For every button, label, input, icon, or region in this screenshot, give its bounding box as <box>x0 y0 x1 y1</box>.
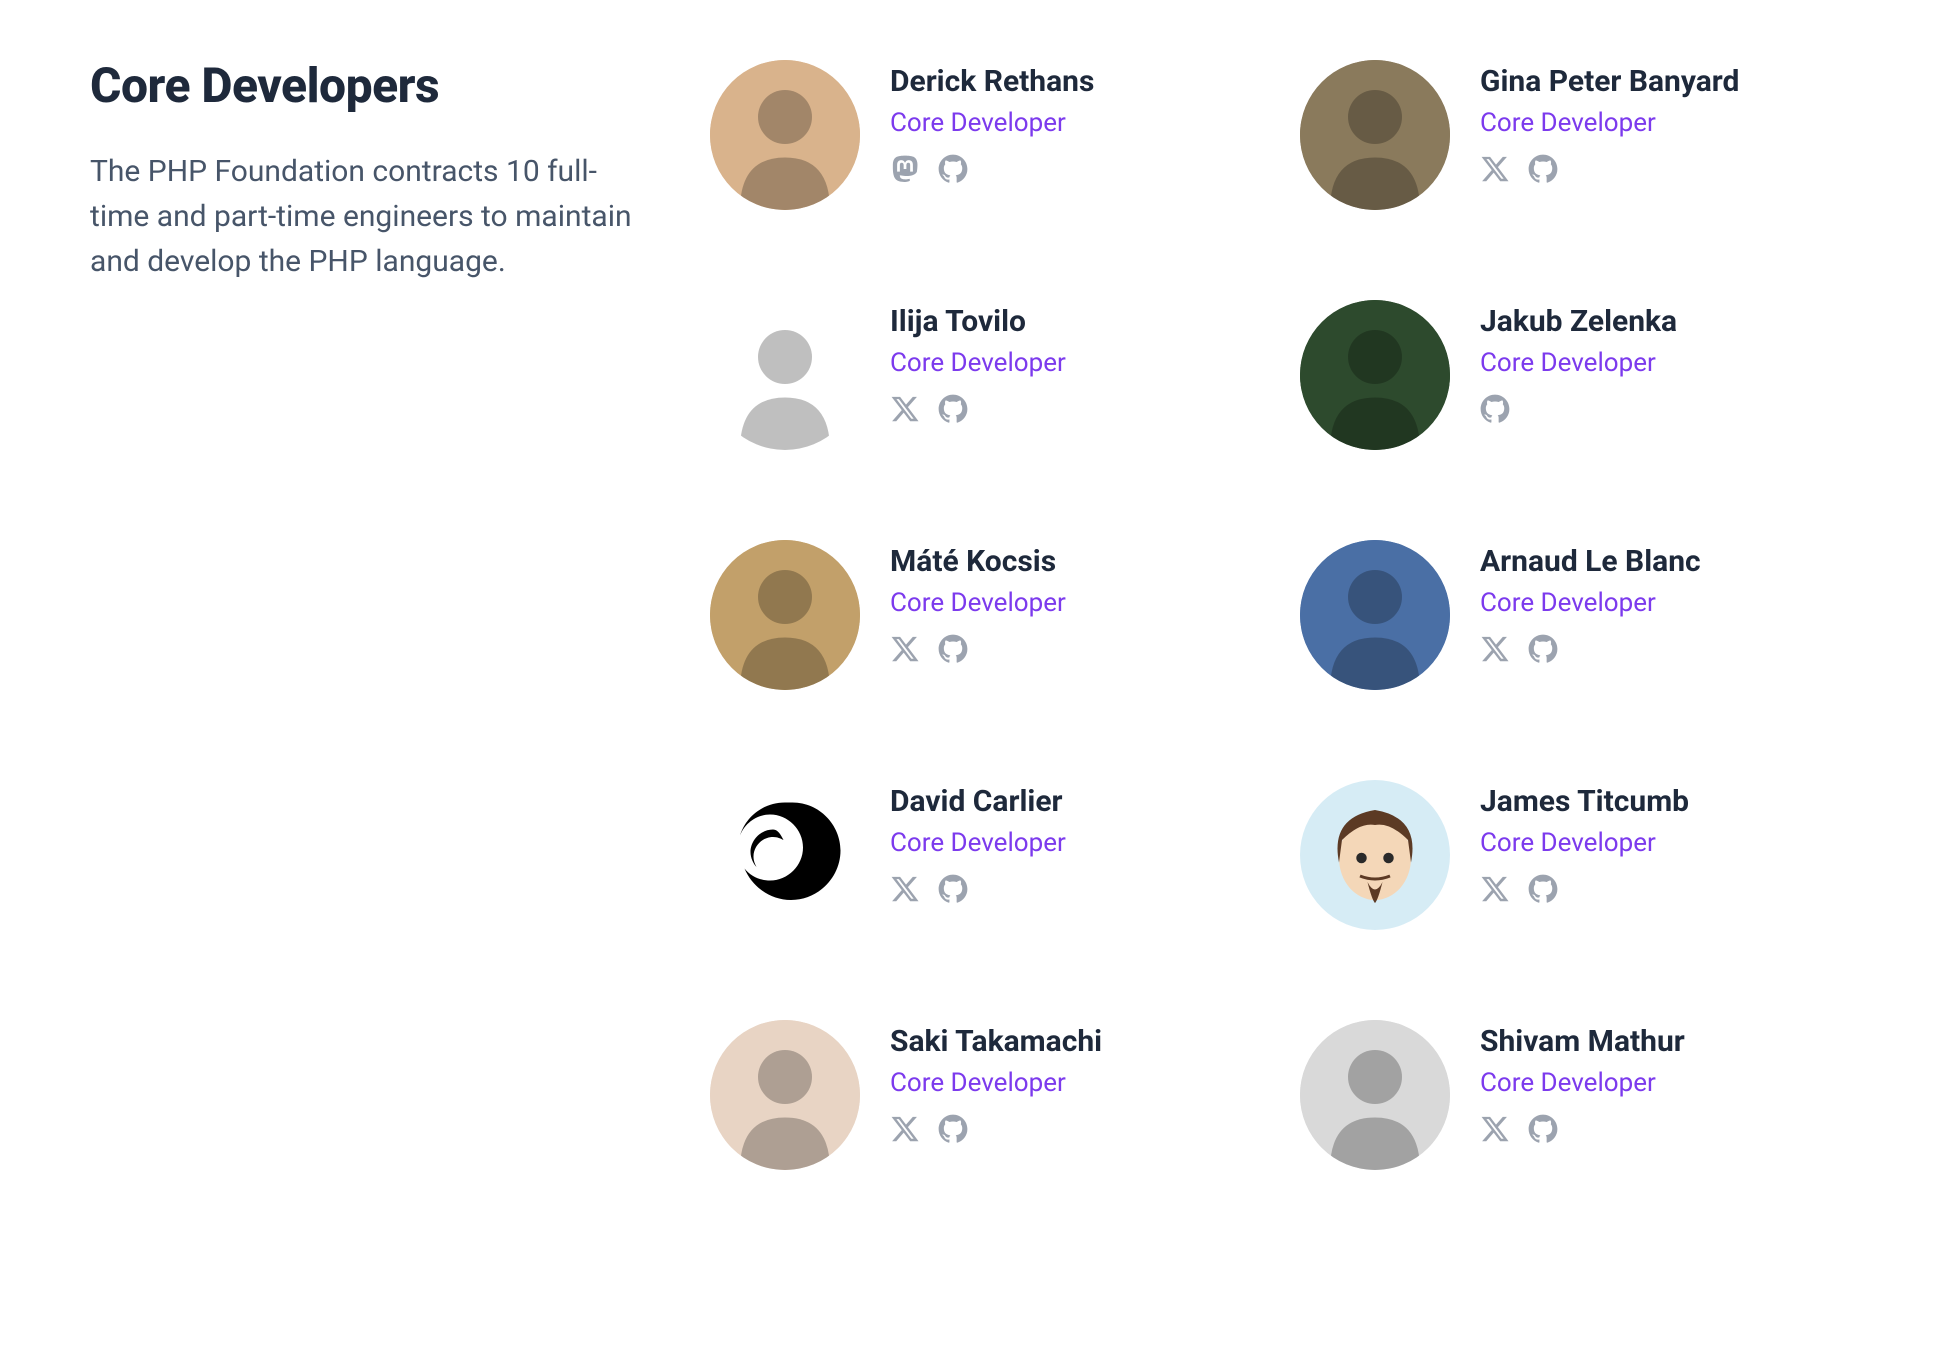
developer-role[interactable]: Core Developer <box>1480 1068 1685 1098</box>
developer-role[interactable]: Core Developer <box>1480 348 1677 378</box>
page-description: The PHP Foundation contracts 10 full-tim… <box>90 149 650 284</box>
social-links <box>1480 1114 1685 1144</box>
developer-name: Shivam Mathur <box>1480 1024 1685 1060</box>
social-links <box>1480 154 1739 184</box>
avatar <box>710 540 860 690</box>
developers-grid: Derick Rethans Core Developer Gina Peter… <box>710 60 1850 1170</box>
x-icon[interactable] <box>1480 874 1510 904</box>
developer-role[interactable]: Core Developer <box>890 588 1066 618</box>
mastodon-icon[interactable] <box>890 154 920 184</box>
avatar <box>710 300 860 450</box>
developer-name: Jakub Zelenka <box>1480 304 1677 340</box>
developer-role[interactable]: Core Developer <box>890 1068 1102 1098</box>
avatar <box>1300 540 1450 690</box>
github-icon[interactable] <box>938 634 968 664</box>
developer-name: Arnaud Le Blanc <box>1480 544 1701 580</box>
developer-card: James Titcumb Core Developer <box>1300 780 1850 930</box>
avatar <box>710 1020 860 1170</box>
developer-card: Jakub Zelenka Core Developer <box>1300 300 1850 450</box>
developer-card: David Carlier Core Developer <box>710 780 1260 930</box>
avatar <box>1300 60 1450 210</box>
developer-card: Arnaud Le Blanc Core Developer <box>1300 540 1850 690</box>
x-icon[interactable] <box>890 874 920 904</box>
social-links <box>890 634 1066 664</box>
social-links <box>1480 634 1701 664</box>
developer-role[interactable]: Core Developer <box>890 828 1066 858</box>
developer-card: Gina Peter Banyard Core Developer <box>1300 60 1850 210</box>
developer-card: Saki Takamachi Core Developer <box>710 1020 1260 1170</box>
developer-role[interactable]: Core Developer <box>890 348 1066 378</box>
avatar <box>710 780 860 930</box>
social-links <box>1480 394 1677 424</box>
github-icon[interactable] <box>1528 1114 1558 1144</box>
social-links <box>890 1114 1102 1144</box>
developer-name: Derick Rethans <box>890 64 1094 100</box>
github-icon[interactable] <box>938 394 968 424</box>
github-icon[interactable] <box>1480 394 1510 424</box>
avatar <box>1300 1020 1450 1170</box>
developer-name: David Carlier <box>890 784 1066 820</box>
page-title: Core Developers <box>90 60 650 113</box>
developer-role[interactable]: Core Developer <box>1480 828 1689 858</box>
x-icon[interactable] <box>890 394 920 424</box>
developer-role[interactable]: Core Developer <box>1480 588 1701 618</box>
developer-name: James Titcumb <box>1480 784 1689 820</box>
developer-role[interactable]: Core Developer <box>1480 108 1739 138</box>
developer-role[interactable]: Core Developer <box>890 108 1094 138</box>
avatar <box>710 60 860 210</box>
github-icon[interactable] <box>938 874 968 904</box>
developer-card: Máté Kocsis Core Developer <box>710 540 1260 690</box>
github-icon[interactable] <box>1528 874 1558 904</box>
developer-name: Saki Takamachi <box>890 1024 1102 1060</box>
avatar <box>1300 780 1450 930</box>
x-icon[interactable] <box>1480 1114 1510 1144</box>
developer-card: Ilija Tovilo Core Developer <box>710 300 1260 450</box>
x-icon[interactable] <box>1480 634 1510 664</box>
developer-name: Gina Peter Banyard <box>1480 64 1739 100</box>
github-icon[interactable] <box>938 1114 968 1144</box>
social-links <box>890 874 1066 904</box>
social-links <box>1480 874 1689 904</box>
developer-card: Shivam Mathur Core Developer <box>1300 1020 1850 1170</box>
avatar <box>1300 300 1450 450</box>
developer-name: Máté Kocsis <box>890 544 1066 580</box>
developer-card: Derick Rethans Core Developer <box>710 60 1260 210</box>
x-icon[interactable] <box>890 634 920 664</box>
x-icon[interactable] <box>1480 154 1510 184</box>
developer-name: Ilija Tovilo <box>890 304 1066 340</box>
github-icon[interactable] <box>1528 634 1558 664</box>
social-links <box>890 394 1066 424</box>
github-icon[interactable] <box>938 154 968 184</box>
social-links <box>890 154 1094 184</box>
x-icon[interactable] <box>890 1114 920 1144</box>
github-icon[interactable] <box>1528 154 1558 184</box>
